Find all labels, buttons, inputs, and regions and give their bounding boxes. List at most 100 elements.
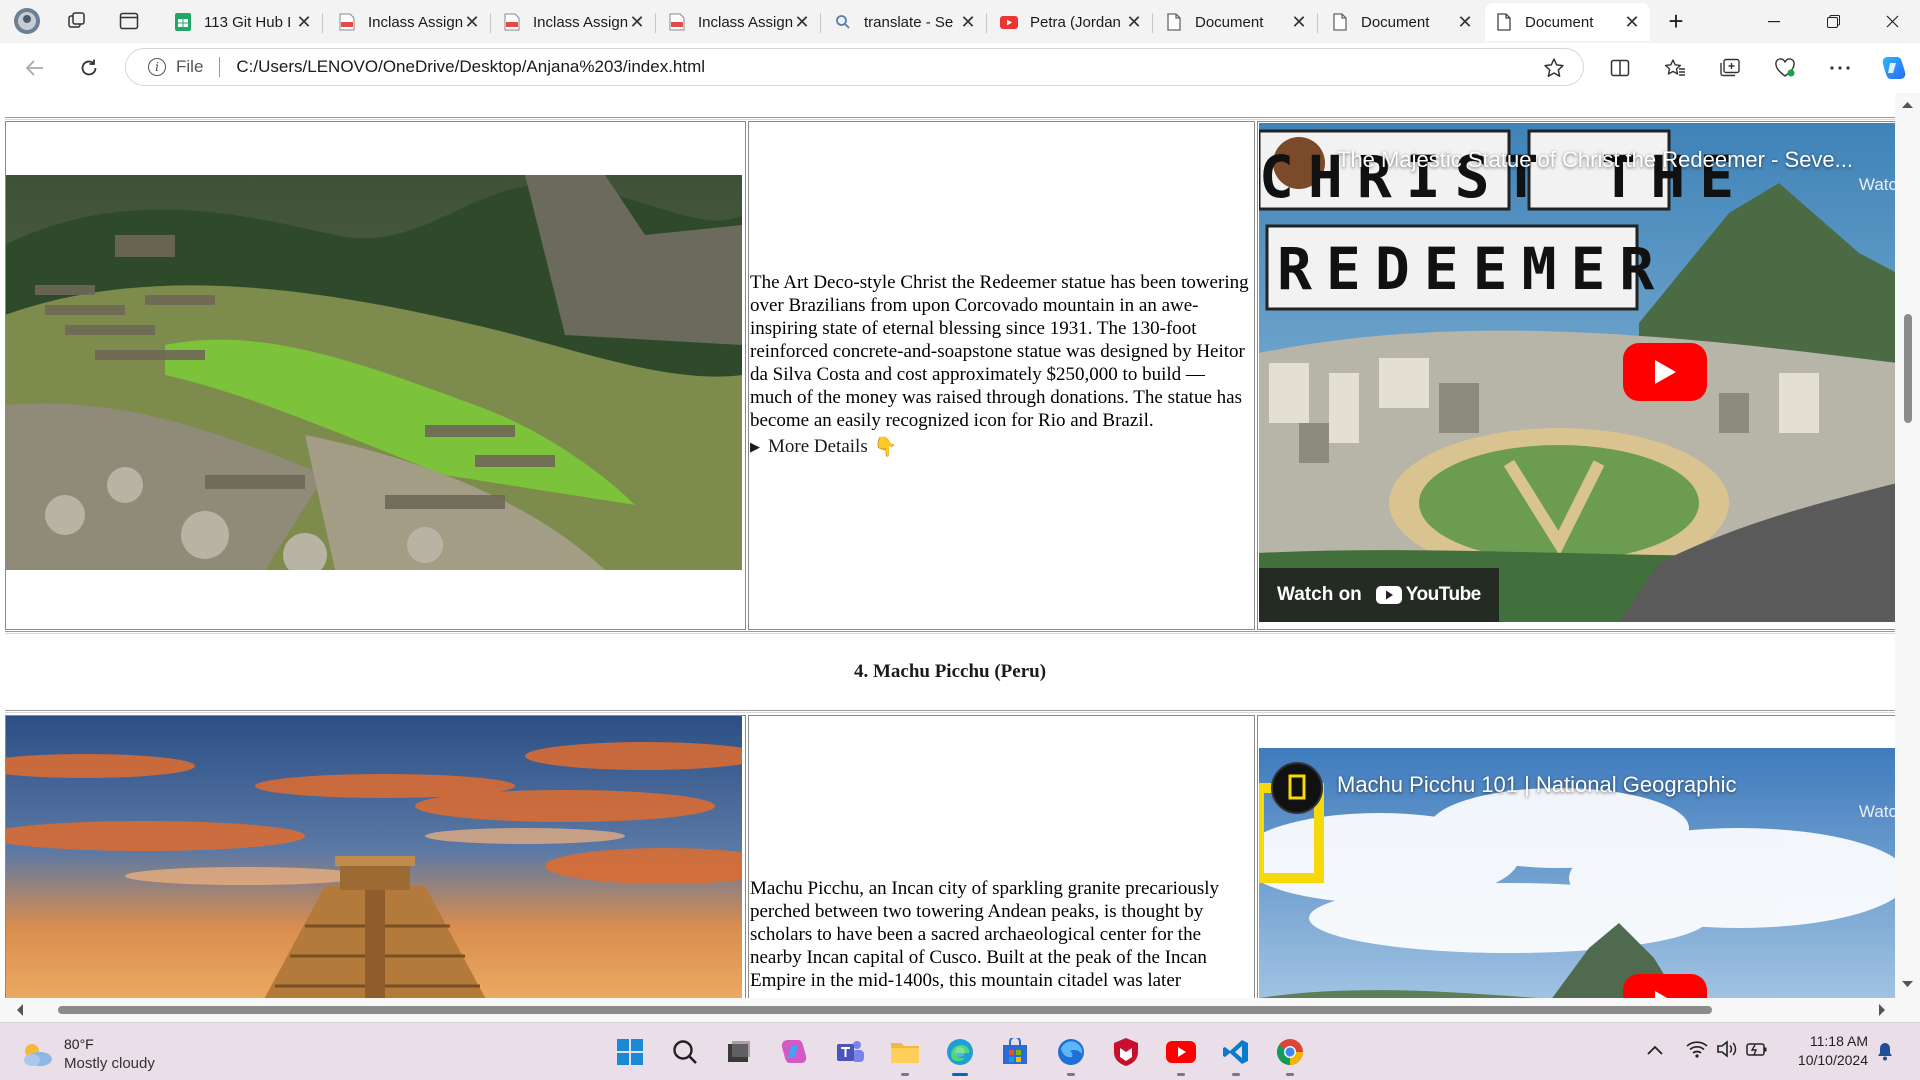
teams-button[interactable] — [833, 1035, 867, 1069]
youtube-embed-machu-picchu[interactable]: Machu Picchu 101 | National Geographic W… — [1259, 748, 1895, 998]
chrome-button[interactable] — [1273, 1035, 1307, 1076]
mcafee-button[interactable] — [1109, 1035, 1143, 1069]
youtube-embed-christ[interactable]: CHRIST THE REDEEMER The Majestic Statue … — [1259, 123, 1895, 622]
tab-actions-button[interactable] — [110, 5, 148, 37]
tab-document-active[interactable]: Document ✕ — [1485, 3, 1650, 41]
close-icon[interactable]: ✕ — [1624, 12, 1640, 33]
youtube-app-button[interactable] — [1164, 1035, 1198, 1076]
search-button[interactable] — [668, 1035, 702, 1069]
search-icon — [673, 1040, 697, 1064]
heart-pulse-icon — [1775, 58, 1795, 77]
pdf-icon — [503, 13, 521, 31]
tab-document-1[interactable]: Document ✕ — [1155, 3, 1318, 41]
copilot-button[interactable] — [1876, 52, 1912, 84]
profile-avatar[interactable] — [8, 5, 46, 37]
store-button[interactable] — [998, 1035, 1032, 1069]
close-icon[interactable]: ✕ — [960, 12, 976, 33]
image-cell — [5, 715, 746, 998]
favorites-icon — [1664, 59, 1685, 76]
system-clock[interactable]: 11:18 AM 10/10/2024 — [1782, 1032, 1868, 1070]
document-icon — [1165, 13, 1183, 31]
weather-widget[interactable]: 80°F Mostly cloudy — [20, 1035, 155, 1073]
scroll-right-icon[interactable] — [1874, 998, 1890, 1022]
close-icon — [1886, 15, 1898, 28]
description-cell: Machu Picchu, an Incan city of sparkling… — [748, 715, 1255, 998]
tab-title: Document — [1525, 13, 1594, 31]
edge-button[interactable] — [943, 1035, 977, 1076]
back-button[interactable] — [17, 52, 53, 84]
firefox-icon — [1058, 1039, 1084, 1065]
table-border — [5, 710, 1895, 713]
split-screen-button[interactable] — [1602, 52, 1638, 84]
collections-button[interactable] — [1712, 52, 1748, 84]
tab-title: Document — [1361, 13, 1430, 31]
new-tab-button[interactable]: + — [1656, 5, 1696, 37]
watch-later-label[interactable]: Watc — [1859, 802, 1895, 822]
vertical-scrollbar[interactable] — [1895, 93, 1920, 998]
close-icon[interactable]: ✕ — [1291, 12, 1307, 33]
close-icon[interactable]: ✕ — [296, 12, 312, 33]
tab-petra[interactable]: Petra (Jordan ✕ — [990, 3, 1153, 41]
address-bar[interactable]: i File C:/Users/LENOVO/OneDrive/Desktop/… — [125, 48, 1584, 86]
url-text[interactable]: C:/Users/LENOVO/OneDrive/Desktop/Anjana%… — [236, 57, 705, 77]
tab-inclass-assign-3[interactable]: Inclass Assign ✕ — [658, 3, 821, 41]
vertical-tabs-icon — [119, 12, 139, 30]
video-title[interactable]: The Majestic Statue of Christ the Redeem… — [1337, 147, 1853, 173]
vertical-scroll-thumb[interactable] — [1904, 314, 1912, 423]
scroll-down-icon[interactable] — [1895, 976, 1920, 992]
site-info-icon[interactable]: i — [148, 58, 166, 76]
close-icon[interactable]: ✕ — [1126, 12, 1142, 33]
horizontal-scroll-thumb[interactable] — [58, 1006, 1712, 1014]
vscode-button[interactable] — [1219, 1035, 1253, 1076]
favorite-star-icon[interactable] — [1543, 57, 1565, 84]
tab-inclass-assign-2[interactable]: Inclass Assign ✕ — [493, 3, 656, 41]
workspaces-button[interactable] — [58, 5, 96, 37]
notifications-button[interactable] — [1876, 1041, 1894, 1066]
close-icon[interactable]: ✕ — [1457, 12, 1473, 33]
watch-later-label[interactable]: Watc — [1859, 175, 1895, 195]
firefox-button[interactable] — [1054, 1035, 1088, 1076]
edge-icon — [947, 1039, 973, 1065]
tab-title: 113 Git Hub I — [204, 13, 292, 31]
close-icon[interactable]: ✕ — [464, 12, 480, 33]
task-view-button[interactable] — [721, 1035, 755, 1069]
channel-avatar[interactable] — [1271, 762, 1323, 814]
wifi-status[interactable] — [1686, 1040, 1708, 1063]
tab-separator — [986, 13, 987, 33]
chevron-up-icon — [1647, 1045, 1663, 1055]
copilot-taskbar-button[interactable] — [777, 1035, 811, 1069]
tab-document-2[interactable]: Document ✕ — [1321, 3, 1483, 41]
close-icon[interactable]: ✕ — [629, 12, 645, 33]
tab-title: translate - Se — [864, 13, 954, 31]
show-hidden-icons-button[interactable] — [1646, 1043, 1664, 1061]
volume-status[interactable] — [1716, 1039, 1738, 1064]
tab-git-hub[interactable]: 113 Git Hub I ✕ — [164, 3, 323, 41]
tab-separator — [490, 13, 491, 33]
scroll-up-icon[interactable] — [1895, 97, 1920, 113]
tab-inclass-assign-1[interactable]: Inclass Assign ✕ — [328, 3, 491, 41]
cloudy-weather-icon — [24, 1044, 52, 1066]
more-details-summary[interactable]: ▶ More Details 👇 — [750, 435, 1250, 459]
file-explorer-button[interactable] — [888, 1035, 922, 1076]
browser-essentials-button[interactable] — [1767, 52, 1803, 84]
settings-menu-button[interactable] — [1822, 52, 1858, 84]
close-window-button[interactable] — [1864, 0, 1920, 43]
play-button[interactable] — [1623, 974, 1707, 998]
horizontal-scrollbar[interactable] — [0, 998, 1920, 1022]
video-cell: CHRIST THE REDEEMER The Majestic Statue … — [1257, 121, 1895, 630]
youtube-icon — [1166, 1041, 1196, 1063]
start-button[interactable] — [613, 1035, 647, 1069]
favorites-button[interactable] — [1657, 52, 1693, 84]
video-title[interactable]: Machu Picchu 101 | National Geographic — [1337, 772, 1737, 798]
tab-strip: 113 Git Hub I ✕ Inclass Assign ✕ Inclass… — [0, 0, 1920, 43]
battery-status[interactable] — [1746, 1040, 1768, 1063]
minimize-button[interactable] — [1746, 0, 1802, 43]
watch-on-youtube-button[interactable]: Watch on YouTube — [1259, 568, 1499, 622]
restore-button[interactable] — [1805, 0, 1861, 43]
bell-icon — [1878, 1043, 1892, 1061]
tab-translate[interactable]: translate - Se ✕ — [824, 3, 987, 41]
scroll-left-icon[interactable] — [12, 998, 28, 1022]
refresh-button[interactable] — [71, 52, 107, 84]
close-icon[interactable]: ✕ — [794, 12, 810, 33]
play-button[interactable] — [1623, 343, 1707, 401]
